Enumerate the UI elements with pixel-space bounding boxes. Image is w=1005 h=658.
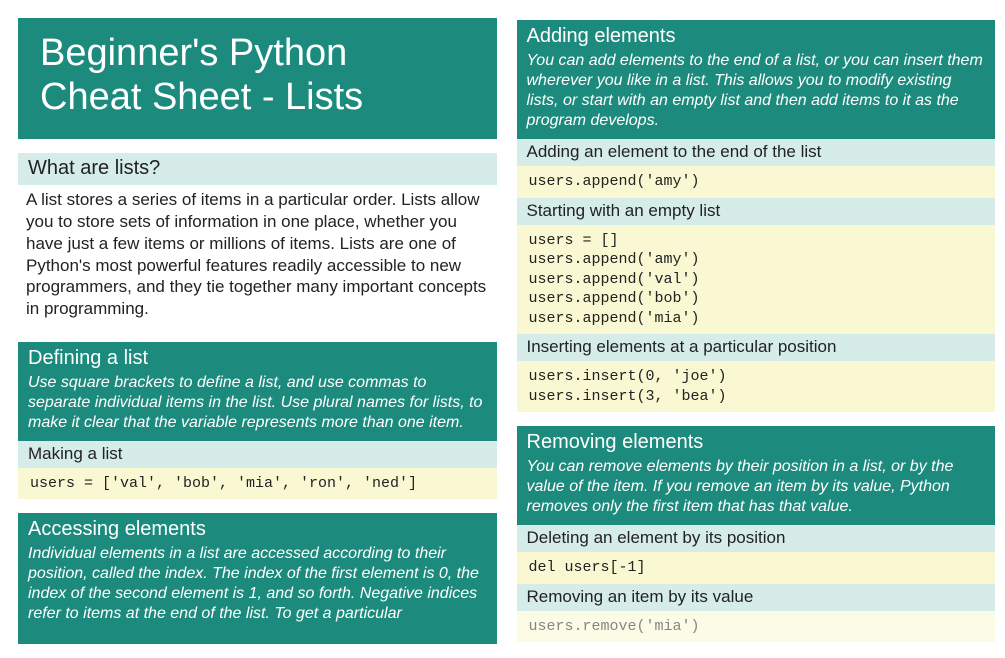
section-removing-head: Removing elements [517,426,996,457]
sub-add-end: Adding an element to the end of the list [517,139,996,166]
code-del-pos: del users[-1] [517,552,996,584]
section-adding-head: Adding elements [517,20,996,51]
code-making-list: users = ['val', 'bob', 'mia', 'ron', 'ne… [18,468,497,500]
sub-insert-pos: Inserting elements at a particular posit… [517,334,996,361]
sub-making-list: Making a list [18,441,497,468]
code-add-end: users.append('amy') [517,166,996,198]
sub-remove-value: Removing an item by its value [517,584,996,611]
section-adding-intro: You can add elements to the end of a lis… [517,51,996,139]
section-accessing-intro: Individual elements in a list are access… [18,544,497,644]
section-defining-intro: Use square brackets to define a list, an… [18,373,497,441]
section-accessing-head: Accessing elements [18,513,497,544]
left-column: Beginner's Python Cheat Sheet - Lists Wh… [18,18,497,658]
section-removing-intro: You can remove elements by their positio… [517,457,996,525]
page-title: Beginner's Python Cheat Sheet - Lists [18,18,497,139]
code-remove-value: users.remove('mia') [517,611,996,643]
section-defining-head: Defining a list [18,342,497,373]
section-what-body: A list stores a series of items in a par… [18,185,497,328]
right-column: Adding elements You can add elements to … [517,18,996,658]
code-start-empty: users = [] users.append('amy') users.app… [517,225,996,335]
sub-start-empty: Starting with an empty list [517,198,996,225]
title-text: Beginner's Python Cheat Sheet - Lists [40,32,475,119]
code-insert-pos: users.insert(0, 'joe') users.insert(3, '… [517,361,996,412]
sub-del-pos: Deleting an element by its position [517,525,996,552]
section-what-head: What are lists? [18,153,497,185]
